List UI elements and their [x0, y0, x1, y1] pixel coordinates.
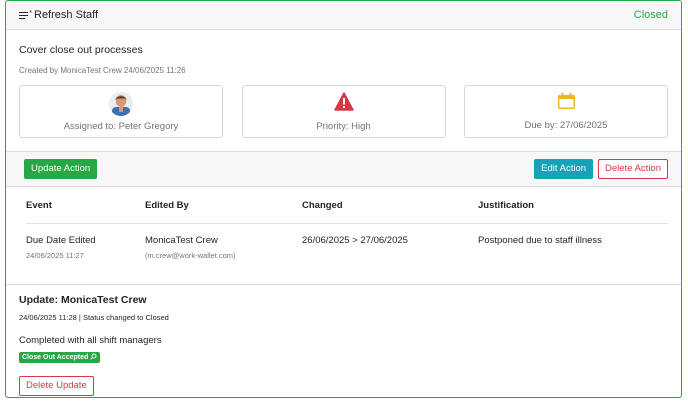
update-entry: Update: MonicaTest Crew 24/06/2025 11:28…: [6, 285, 681, 396]
editor-email: (m.crew@work-wallet.com): [145, 251, 236, 260]
assigned-tile: Assigned to: Peter Gregory: [19, 85, 223, 138]
card-header: * Refresh Staff Closed: [6, 1, 681, 30]
status-label: Closed: [633, 9, 668, 21]
calendar-icon: [557, 92, 576, 115]
badge-label: Close Out Accepted: [22, 354, 89, 361]
avatar: [109, 92, 133, 116]
priority-tile: Priority: High: [241, 85, 446, 138]
info-tiles: Assigned to: Peter Gregory Priority: Hig…: [19, 85, 668, 138]
table-row: Due Date Edited 24/06/2025 11:27 MonicaT…: [26, 224, 668, 260]
editor-cell: MonicaTest Crew (m.crew@work-wallet.com): [145, 235, 302, 260]
warning-icon: [333, 92, 354, 116]
update-title: Update: MonicaTest Crew: [19, 294, 147, 306]
update-meta: 24/06/2025 11:28 | Status changed to Clo…: [19, 313, 169, 322]
delete-update-button[interactable]: Delete Update: [19, 376, 94, 396]
justification-cell: Postponed due to staff illness: [478, 235, 602, 246]
editor-name: MonicaTest Crew: [145, 235, 218, 246]
due-label: Due by: 27/06/2025: [524, 120, 608, 131]
delete-action-button[interactable]: Delete Action: [598, 159, 668, 179]
event-name: Due Date Edited: [26, 235, 96, 246]
action-description: Cover close out processes: [19, 44, 143, 56]
action-title: Refresh Staff: [34, 9, 98, 21]
action-toolbar: Update Action Edit Action Delete Action: [6, 152, 681, 187]
close-out-badge: Close Out Accepted: [19, 352, 101, 363]
search-icon: [90, 353, 97, 362]
column-header-changed: Changed: [302, 199, 343, 211]
event-cell: Due Date Edited 24/06/2025 11:27: [26, 235, 145, 260]
action-card: * Refresh Staff Closed Cover close out p…: [5, 0, 682, 398]
due-tile: Due by: 27/06/2025: [464, 85, 668, 138]
list-icon: *: [19, 10, 32, 20]
table-header: Event Edited By Changed Justification: [26, 187, 668, 224]
priority-label: Priority: High: [316, 121, 371, 132]
assigned-label: Assigned to: Peter Gregory: [63, 121, 179, 132]
action-summary: Cover close out processes Created by Mon…: [6, 30, 681, 152]
created-by: Created by MonicaTest Crew 24/06/2025 11…: [19, 66, 186, 75]
edit-action-button[interactable]: Edit Action: [534, 159, 594, 179]
toolbar-right: Edit Action Delete Action: [534, 159, 668, 179]
column-header-event: Event: [26, 199, 52, 211]
edit-history-table: Event Edited By Changed Justification Du…: [6, 187, 681, 285]
column-header-justification: Justification: [478, 199, 534, 211]
changed-cell: 26/06/2025 > 27/06/2025: [302, 235, 408, 246]
event-time: 24/06/2025 11:27: [26, 251, 84, 260]
column-header-edited-by: Edited By: [145, 199, 189, 211]
update-text: Completed with all shift managers: [19, 335, 162, 346]
update-action-button[interactable]: Update Action: [24, 159, 98, 179]
header-left: * Refresh Staff: [19, 9, 98, 21]
